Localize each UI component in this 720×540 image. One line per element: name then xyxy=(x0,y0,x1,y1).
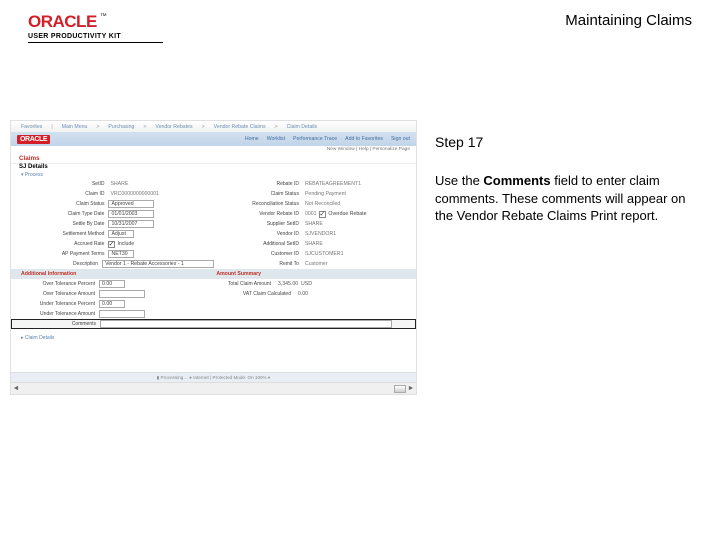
scroll-left-icon: ◄ xyxy=(11,385,21,392)
link-worklist: Worklist xyxy=(267,136,285,142)
checkbox-icon xyxy=(108,241,115,248)
claim-details-toggle: Claim Details xyxy=(11,329,416,341)
header-links: Home Worklist Performance Trace Add to F… xyxy=(245,136,410,142)
nav-item: Claim Details xyxy=(287,124,318,130)
upk-subtitle: USER PRODUCTIVITY KIT xyxy=(28,33,692,40)
subsection-bar: Additional InformationAmount Summary xyxy=(11,269,416,279)
instruction-text: Use the Comments field to enter claim co… xyxy=(435,172,692,225)
nav-item: Purchasing xyxy=(108,124,134,130)
comments-row-highlight[interactable]: Comments xyxy=(11,319,416,329)
breadcrumb: Favorites| Main Menu> Purchasing> Vendor… xyxy=(11,121,416,132)
link-perf: Performance Trace xyxy=(293,136,337,142)
nav-item: Vendor Rebate Claims xyxy=(214,124,266,130)
logo-tm: ™ xyxy=(100,13,107,20)
screenshot-thumbnail: Favorites| Main Menu> Purchasing> Vendor… xyxy=(10,120,417,395)
comments-label: Comments xyxy=(20,321,100,327)
h-scrollbar: ◄ ► xyxy=(11,382,416,394)
app-header-bar: ORACLE Home Worklist Performance Trace A… xyxy=(11,132,416,146)
checkbox-icon xyxy=(319,211,326,218)
window-tools: New Window | Help | Personalize Page xyxy=(11,146,416,153)
link-home: Home xyxy=(245,136,259,142)
logo-divider xyxy=(28,42,163,43)
link-fav: Add to Favorites xyxy=(345,136,383,142)
step-label: Step 17 xyxy=(435,134,692,150)
claim-form: SetIDSHARE Claim IDVRC0000000000001 Clai… xyxy=(11,179,416,269)
status-bar: ▮ Processing… ● Internet | Protected Mod… xyxy=(11,372,416,382)
comments-input[interactable] xyxy=(100,320,392,328)
link-signout: Sign out xyxy=(391,136,410,142)
logo-text: ORACLE xyxy=(28,12,97,32)
nav-item: Main Menu xyxy=(62,124,88,130)
process-toggle: Process xyxy=(11,170,416,179)
oracle-badge: ORACLE xyxy=(17,135,50,144)
scroll-right-icon: ► xyxy=(406,385,416,392)
page-title: Maintaining Claims xyxy=(565,12,692,29)
nav-item: Vendor Rebates xyxy=(155,124,192,130)
section-claims: Claims xyxy=(11,153,416,164)
nav-item: Favorites xyxy=(21,124,42,130)
scroll-thumb xyxy=(394,385,406,393)
